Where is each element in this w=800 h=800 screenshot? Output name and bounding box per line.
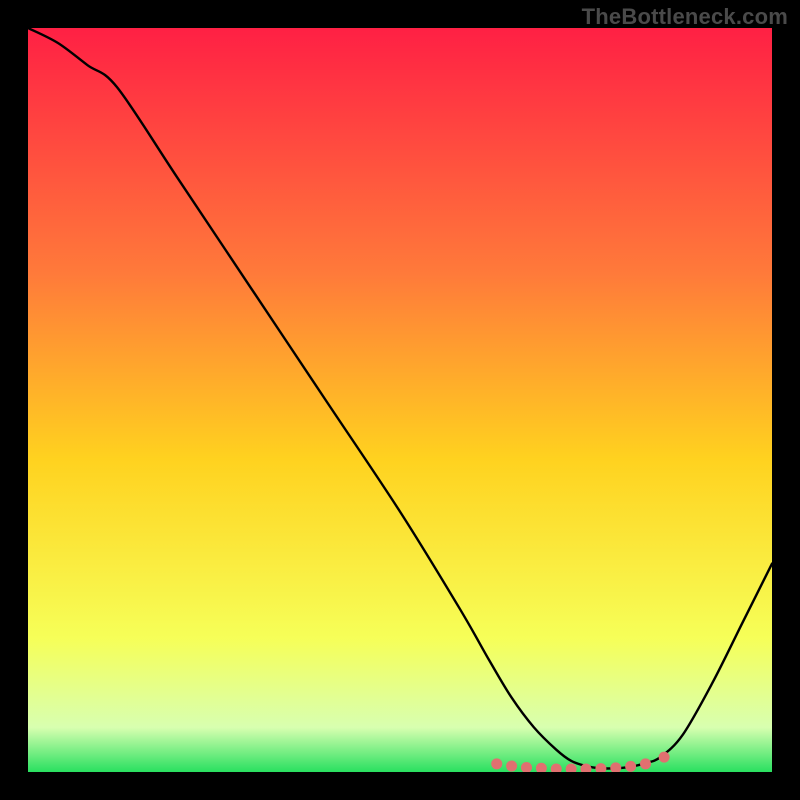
- plot-area: [28, 28, 772, 772]
- chart-frame: TheBottleneck.com: [0, 0, 800, 800]
- valley-marker: [506, 761, 517, 772]
- gradient-background: [28, 28, 772, 772]
- valley-marker: [640, 758, 651, 769]
- valley-marker: [491, 758, 502, 769]
- valley-marker: [625, 761, 636, 772]
- watermark-text: TheBottleneck.com: [582, 4, 788, 30]
- valley-marker: [659, 752, 670, 763]
- chart-svg: [28, 28, 772, 772]
